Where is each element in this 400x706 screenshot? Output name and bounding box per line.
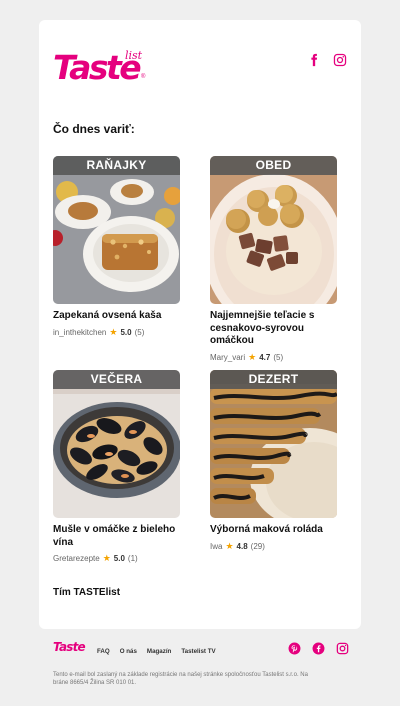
- recipe-title[interactable]: Výborná maková roláda: [210, 524, 337, 537]
- recipe-review-count: (5): [273, 352, 284, 362]
- footer-social: [288, 642, 349, 660]
- footer-link-tv[interactable]: Tastelist TV: [181, 648, 215, 655]
- recipe-review-count: (5): [134, 327, 145, 337]
- star-icon: ★: [109, 326, 118, 337]
- instagram-icon[interactable]: [333, 53, 347, 72]
- footer-link-about[interactable]: O nás: [120, 648, 137, 655]
- recipe-title[interactable]: Najjemnejšie teľacie s cesnakovo-syrovou…: [210, 310, 337, 348]
- recipe-image[interactable]: VEČERA: [53, 370, 180, 518]
- category-badge: RAŇAJKY: [53, 156, 180, 175]
- facebook-icon[interactable]: [312, 642, 325, 660]
- recipe-author: Gretarezepte: [53, 554, 100, 563]
- tastelist-logo[interactable]: Taste list ®: [53, 48, 149, 88]
- pinterest-icon[interactable]: [288, 642, 301, 660]
- category-badge: OBED: [210, 156, 337, 175]
- star-icon: ★: [225, 540, 234, 551]
- recipe-card-dinner[interactable]: VEČERA Mušle v omáčke z bieleho vína Gre…: [53, 370, 180, 564]
- footer-link-magazine[interactable]: Magazín: [147, 648, 171, 655]
- recipe-review-count: (1): [127, 554, 138, 563]
- category-badge: DEZERT: [210, 370, 337, 389]
- header-social: [307, 53, 347, 72]
- recipe-title[interactable]: Zapekaná ovsená kaša: [53, 310, 180, 323]
- footer-link-faq[interactable]: FAQ: [97, 648, 110, 655]
- footer-links: FAQ O nás Magazín Tastelist TV: [97, 648, 216, 655]
- recipe-image[interactable]: RAŇAJKY: [53, 156, 180, 304]
- recipe-author: Mary_vari: [210, 352, 246, 362]
- facebook-icon[interactable]: [307, 53, 321, 72]
- recipe-author: in_inthekitchen: [53, 327, 107, 337]
- signoff: Tím TASTElist: [53, 587, 121, 598]
- recipe-meta: in_inthekitchen ★ 5.0 (5): [53, 327, 180, 338]
- footer-logo[interactable]: Taste: [53, 640, 86, 654]
- recipe-rating: 5.0: [113, 554, 125, 563]
- recipe-meta: Iwa ★ 4.8 (29): [210, 541, 337, 552]
- email-card: Taste list ® Čo dnes variť: RAŇAJKY Zape…: [39, 20, 361, 629]
- recipe-title[interactable]: Mušle v omáčke z bieleho vína: [53, 524, 180, 549]
- recipe-card-breakfast[interactable]: RAŇAJKY Zapekaná ovsená kaša in_inthekit…: [53, 156, 180, 338]
- recipe-meta: Gretarezepte ★ 5.0 (1): [53, 553, 180, 564]
- star-icon: ★: [102, 553, 111, 563]
- recipe-image[interactable]: DEZERT: [210, 370, 337, 518]
- category-badge: VEČERA: [53, 370, 180, 389]
- recipe-rating: 5.0: [120, 327, 132, 337]
- recipe-image[interactable]: OBED: [210, 156, 337, 304]
- recipe-card-lunch[interactable]: OBED Najjemnejšie teľacie s cesnakovo-sy…: [210, 156, 337, 363]
- recipe-review-count: (29): [250, 541, 265, 551]
- recipe-meta: Mary_vari ★ 4.7 (5): [210, 352, 337, 363]
- recipe-rating: 4.8: [236, 541, 248, 551]
- recipe-rating: 4.7: [259, 352, 271, 362]
- recipe-card-dessert[interactable]: DEZERT Výborná maková roláda Iwa ★ 4.8 (…: [210, 370, 337, 552]
- legal-text: Tento e-mail bol zaslaný na základe regi…: [53, 672, 308, 686]
- instagram-icon[interactable]: [336, 642, 349, 660]
- recipe-author: Iwa: [210, 541, 223, 551]
- section-heading: Čo dnes variť:: [53, 122, 135, 136]
- star-icon: ★: [248, 351, 257, 362]
